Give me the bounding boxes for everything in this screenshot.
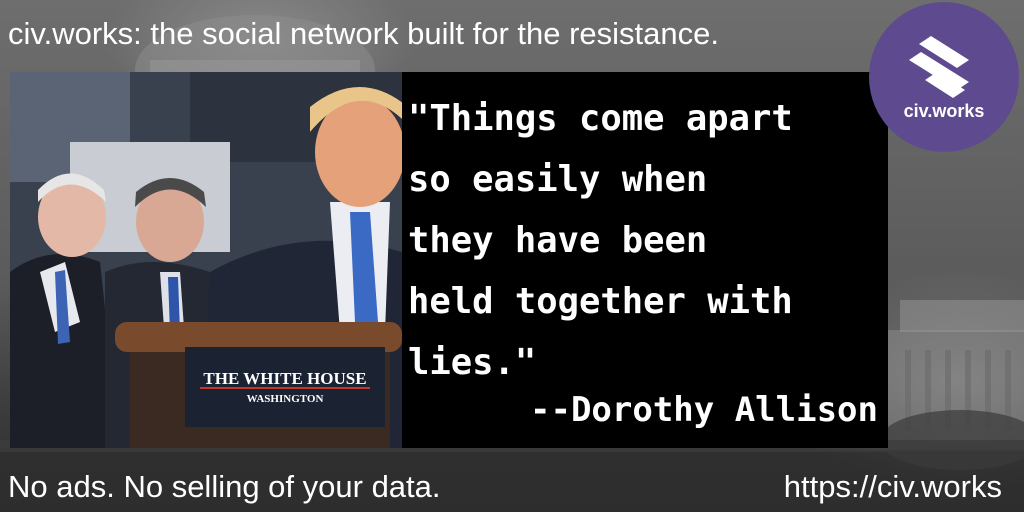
quote-line: "Things come apart — [408, 98, 793, 139]
logo-text: civ.works — [903, 101, 985, 121]
quote-line: lies." — [408, 342, 537, 383]
quote-attribution: --Dorothy Allison — [530, 390, 878, 430]
footer-url-link[interactable]: https://civ.works — [784, 468, 1002, 506]
podium-sign-title: THE WHITE HOUSE — [203, 369, 366, 388]
quote-line: held together with — [408, 281, 793, 322]
quote-line: they have been — [408, 220, 708, 261]
press-briefing-illustration: THE WHITE HOUSE WASHINGTON — [10, 72, 402, 448]
quote-line: so easily when — [408, 159, 708, 200]
tagline: civ.works: the social network built for … — [8, 16, 719, 51]
podium-sign-subtitle: WASHINGTON — [247, 393, 324, 405]
quote-box: "Things come apart so easily when they h… — [402, 72, 888, 448]
quote-text: "Things come apart so easily when they h… — [408, 88, 878, 393]
press-briefing-photo: THE WHITE HOUSE WASHINGTON — [10, 72, 402, 448]
civworks-logo-mark-icon — [909, 36, 969, 98]
footer-slogan: No ads. No selling of your data. — [8, 469, 441, 504]
civworks-logo[interactable]: civ.works — [869, 2, 1019, 152]
